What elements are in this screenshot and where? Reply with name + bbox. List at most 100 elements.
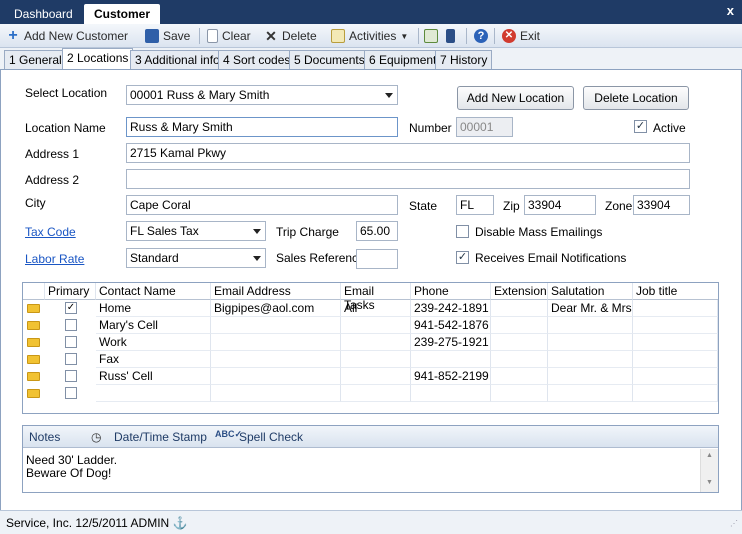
exit-button[interactable]: ✕ Exit — [502, 27, 540, 45]
email-address-cell[interactable] — [211, 368, 341, 385]
doc-tab-customer[interactable]: Customer — [84, 4, 161, 24]
city-input[interactable]: Cape Coral — [126, 195, 398, 215]
salutation-cell[interactable] — [548, 368, 633, 385]
table-row[interactable]: ✓ Home Bigpipes@aol.com All 239-242-1891 Dear… — [23, 300, 718, 317]
email-tasks-cell[interactable] — [341, 351, 411, 368]
grid-header-phone[interactable]: Phone — [411, 283, 491, 300]
job-title-cell[interactable] — [633, 368, 718, 385]
salutation-cell[interactable] — [548, 334, 633, 351]
mobile-phone-button[interactable] — [446, 27, 455, 45]
salutation-cell[interactable]: Dear Mr. & Mrs. — [548, 300, 633, 317]
contact-name-cell[interactable]: Work — [96, 334, 211, 351]
email-tasks-cell[interactable] — [341, 317, 411, 334]
location-name-input[interactable]: Russ & Mary Smith — [126, 117, 398, 137]
tab-documents[interactable]: 5 Documents — [289, 50, 370, 69]
save-button[interactable]: Save — [145, 27, 190, 45]
primary-checkbox[interactable] — [65, 336, 77, 348]
email-address-cell[interactable]: Bigpipes@aol.com — [211, 300, 341, 317]
tab-equipment[interactable]: 6 Equipment — [364, 50, 442, 69]
grid-header-email-address[interactable]: Email Address — [211, 283, 341, 300]
add-new-location-button[interactable]: Add New Location — [457, 86, 574, 110]
grid-header-contact-name[interactable]: Contact Name — [96, 283, 211, 300]
primary-checkbox[interactable]: ✓ — [65, 302, 77, 314]
receives-email-checkbox[interactable]: ✓ — [456, 251, 469, 264]
grid-header-extension[interactable]: Extension — [491, 283, 548, 300]
primary-checkbox[interactable] — [65, 387, 77, 399]
email-tasks-cell[interactable] — [341, 385, 411, 402]
delete-button[interactable]: ✕ Delete — [264, 27, 317, 45]
email-tasks-cell[interactable] — [341, 334, 411, 351]
grid-header-job-title[interactable]: Job title — [633, 283, 718, 300]
table-row[interactable]: Mary's Cell 941-542-1876 — [23, 317, 718, 334]
scroll-down-icon[interactable]: ▼ — [706, 479, 713, 486]
contact-name-cell[interactable] — [96, 385, 211, 402]
extension-cell[interactable] — [491, 351, 548, 368]
job-title-cell[interactable] — [633, 317, 718, 334]
extension-cell[interactable] — [491, 334, 548, 351]
extension-cell[interactable] — [491, 317, 548, 334]
tax-code-dropdown[interactable]: FL Sales Tax — [126, 221, 266, 241]
primary-checkbox[interactable] — [65, 353, 77, 365]
scroll-up-icon[interactable]: ▲ — [706, 452, 713, 459]
grid-header-email-tasks[interactable]: Email Tasks — [341, 283, 411, 312]
labor-rate-dropdown[interactable]: Standard — [126, 248, 266, 268]
salutation-cell[interactable] — [548, 351, 633, 368]
job-title-cell[interactable] — [633, 351, 718, 368]
phone-cell[interactable]: 941-852-2199 — [411, 368, 491, 385]
salutation-cell[interactable] — [548, 385, 633, 402]
phone-cell[interactable]: 941-542-1876 — [411, 317, 491, 334]
trip-charge-input[interactable]: 65.00 — [356, 221, 398, 241]
disable-mass-emailings-checkbox[interactable] — [456, 225, 469, 238]
job-title-cell[interactable] — [633, 300, 718, 317]
sales-reference-input[interactable] — [356, 249, 398, 269]
help-button[interactable]: ? — [474, 27, 488, 45]
clear-button[interactable]: Clear — [207, 27, 251, 45]
labor-rate-link[interactable]: Labor Rate — [25, 252, 84, 266]
contact-card-button[interactable] — [424, 27, 438, 45]
zone-input[interactable]: 33904 — [633, 195, 690, 215]
salutation-cell[interactable] — [548, 317, 633, 334]
delete-location-button[interactable]: Delete Location — [583, 86, 689, 110]
close-icon[interactable]: x — [727, 3, 734, 18]
spell-check-button[interactable]: Spell Check — [239, 430, 303, 444]
phone-cell[interactable] — [411, 351, 491, 368]
add-customer-button[interactable]: + Add New Customer — [6, 27, 128, 45]
contact-name-cell[interactable]: Fax — [96, 351, 211, 368]
date-time-stamp-button[interactable]: Date/Time Stamp — [114, 430, 207, 444]
tab-sort-codes[interactable]: 4 Sort codes — [218, 50, 296, 69]
email-address-cell[interactable] — [211, 351, 341, 368]
state-input[interactable]: FL — [456, 195, 494, 215]
grid-header-primary[interactable]: Primary — [45, 283, 96, 300]
phone-cell[interactable] — [411, 385, 491, 402]
extension-cell[interactable] — [491, 368, 548, 385]
select-location-dropdown[interactable]: 00001 Russ & Mary Smith — [126, 85, 398, 105]
tab-additional-info[interactable]: 3 Additional info — [130, 50, 225, 69]
contact-name-cell[interactable]: Russ' Cell — [96, 368, 211, 385]
tab-general[interactable]: 1 General — [4, 50, 67, 69]
table-row[interactable]: Russ' Cell 941-852-2199 — [23, 368, 718, 385]
doc-tab-dashboard[interactable]: Dashboard — [4, 4, 83, 24]
extension-cell[interactable] — [491, 385, 548, 402]
tax-code-link[interactable]: Tax Code — [25, 225, 76, 239]
email-tasks-cell[interactable]: All — [341, 300, 411, 317]
extension-cell[interactable] — [491, 300, 548, 317]
table-row[interactable] — [23, 385, 718, 402]
email-address-cell[interactable] — [211, 317, 341, 334]
contact-name-cell[interactable]: Mary's Cell — [96, 317, 211, 334]
primary-checkbox[interactable] — [65, 319, 77, 331]
email-tasks-cell[interactable] — [341, 368, 411, 385]
phone-cell[interactable]: 239-275-1921 — [411, 334, 491, 351]
notes-scrollbar[interactable]: ▲ ▼ — [700, 449, 718, 492]
table-row[interactable]: Fax — [23, 351, 718, 368]
job-title-cell[interactable] — [633, 334, 718, 351]
job-title-cell[interactable] — [633, 385, 718, 402]
tab-history[interactable]: 7 History — [435, 50, 493, 69]
grid-header-salutation[interactable]: Salutation — [548, 283, 633, 300]
table-row[interactable]: Work 239-275-1921 — [23, 334, 718, 351]
activities-dropdown-button[interactable]: Activities ▼ — [331, 27, 408, 45]
primary-checkbox[interactable] — [65, 370, 77, 382]
address1-input[interactable]: 2715 Kamal Pkwy — [126, 143, 690, 163]
phone-cell[interactable]: 239-242-1891 — [411, 300, 491, 317]
number-input[interactable]: 00001 — [456, 117, 513, 137]
active-checkbox[interactable]: ✓ — [634, 120, 647, 133]
